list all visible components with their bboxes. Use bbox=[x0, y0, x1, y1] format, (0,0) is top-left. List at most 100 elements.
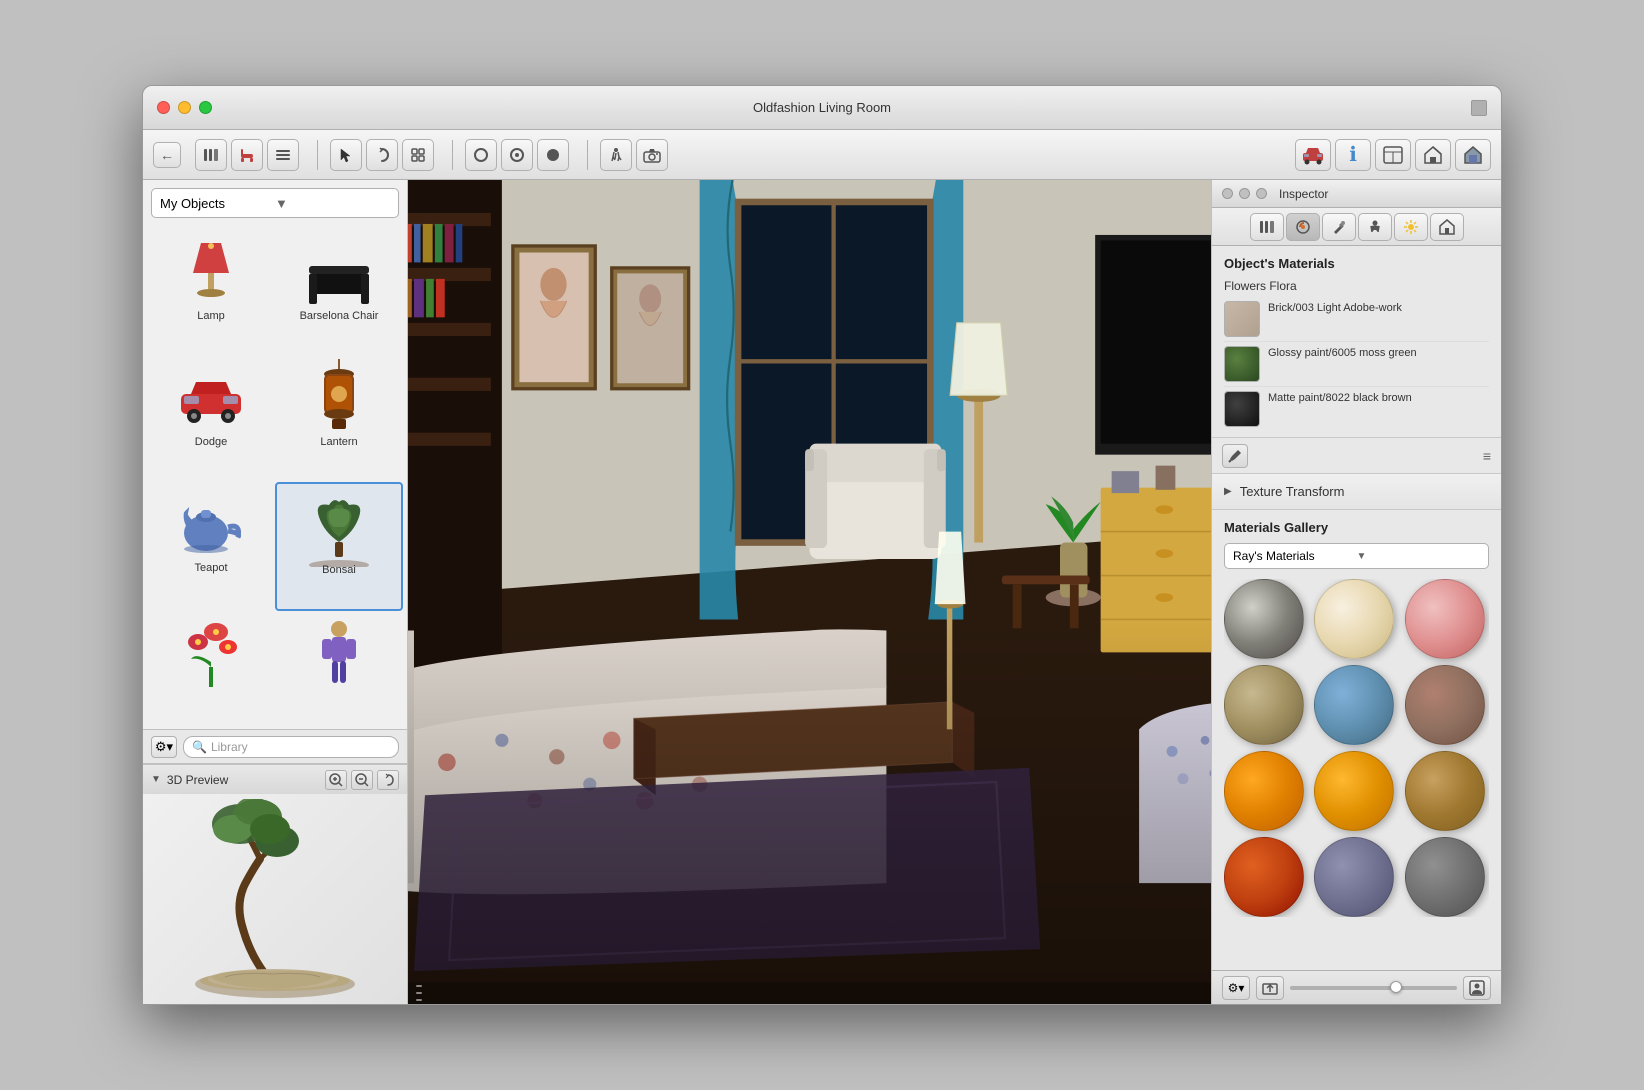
gallery-ball-8[interactable] bbox=[1314, 751, 1394, 831]
material-item-green[interactable]: Glossy paint/6005 moss green bbox=[1224, 342, 1489, 387]
gallery-ball-10[interactable] bbox=[1224, 837, 1304, 917]
object-item-bonsai[interactable]: Bonsai bbox=[275, 482, 403, 612]
inspector-min-btn[interactable] bbox=[1239, 188, 1250, 199]
toolbar: ← bbox=[143, 130, 1501, 180]
inspector-close-btn[interactable] bbox=[1222, 188, 1233, 199]
zoom-in-button[interactable] bbox=[325, 770, 347, 790]
search-icon: 🔍 bbox=[192, 740, 207, 754]
material-name-black: Matte paint/8022 black brown bbox=[1268, 391, 1489, 405]
info-button[interactable]: ℹ bbox=[1335, 139, 1371, 171]
chair-button[interactable] bbox=[231, 139, 263, 171]
inspector-tab-material[interactable] bbox=[1286, 213, 1320, 241]
gallery-ball-9[interactable] bbox=[1405, 751, 1485, 831]
gallery-ball-5[interactable] bbox=[1314, 665, 1394, 745]
house2-button[interactable] bbox=[1455, 139, 1491, 171]
inspector-import-button[interactable] bbox=[1256, 976, 1284, 1000]
object-item-lamp[interactable]: Lamp bbox=[147, 230, 275, 356]
inspector-tab-light[interactable] bbox=[1394, 213, 1428, 241]
gallery-ball-2[interactable] bbox=[1314, 579, 1394, 659]
material-name-brick: Brick/003 Light Adobe-work bbox=[1268, 301, 1489, 315]
rotate-tool[interactable] bbox=[366, 139, 398, 171]
size-slider[interactable] bbox=[1290, 986, 1457, 990]
zoom-out-button[interactable] bbox=[351, 770, 373, 790]
close-button[interactable] bbox=[157, 101, 170, 114]
eyedropper-button[interactable] bbox=[1222, 444, 1248, 468]
gallery-dropdown-label: Ray's Materials bbox=[1233, 549, 1357, 563]
inspector-title: Inspector bbox=[1279, 187, 1328, 201]
material-thumb-black bbox=[1224, 391, 1260, 427]
object-item-chair[interactable]: Barselona Chair bbox=[275, 230, 403, 356]
snap-tool[interactable] bbox=[402, 139, 434, 171]
title-bar: Oldfashion Living Room bbox=[143, 86, 1501, 130]
cursor-tool[interactable] bbox=[330, 139, 362, 171]
inspector-tab-figure[interactable] bbox=[1358, 213, 1392, 241]
inspector-tab-room[interactable] bbox=[1430, 213, 1464, 241]
search-placeholder: Library bbox=[211, 740, 248, 754]
teapot-label: Teapot bbox=[194, 562, 227, 574]
object-item-teapot[interactable]: Teapot bbox=[147, 482, 275, 612]
object-item-figure[interactable] bbox=[275, 611, 403, 725]
figure-thumb bbox=[299, 619, 379, 689]
camera-button[interactable] bbox=[636, 139, 668, 171]
gallery-ball-6[interactable] bbox=[1405, 665, 1485, 745]
lamp-label: Lamp bbox=[197, 310, 225, 322]
texture-transform-row[interactable]: ▶ Texture Transform bbox=[1212, 474, 1501, 510]
list-view-button[interactable] bbox=[267, 139, 299, 171]
object-item-dodge[interactable]: Dodge bbox=[147, 356, 275, 482]
inspector-tab-library[interactable] bbox=[1250, 213, 1284, 241]
traffic-lights bbox=[157, 101, 212, 114]
gallery-ball-11[interactable] bbox=[1314, 837, 1394, 917]
texture-transform-label: Texture Transform bbox=[1240, 484, 1345, 499]
minimize-button[interactable] bbox=[178, 101, 191, 114]
objects-dropdown[interactable]: My Objects ▼ bbox=[151, 188, 399, 218]
rotate-preview-button[interactable] bbox=[377, 770, 399, 790]
inspector-bottom-bar: ⚙▾ bbox=[1212, 970, 1501, 1004]
library-tools-group bbox=[195, 139, 299, 171]
bonsai-thumb bbox=[299, 492, 379, 562]
gallery-ball-7[interactable] bbox=[1224, 751, 1304, 831]
gallery-grid bbox=[1224, 579, 1489, 917]
objects-grid: Lamp Barselona Chair bbox=[143, 226, 407, 729]
gallery-ball-12[interactable] bbox=[1405, 837, 1485, 917]
house-button[interactable] bbox=[1415, 139, 1451, 171]
transform-tools-group bbox=[330, 139, 434, 171]
inspector-gear-button[interactable]: ⚙▾ bbox=[1222, 976, 1250, 1000]
gallery-dropdown[interactable]: Ray's Materials ▼ bbox=[1224, 543, 1489, 569]
material-item-black[interactable]: Matte paint/8022 black brown bbox=[1224, 387, 1489, 431]
preview-collapse-icon[interactable]: ▼ bbox=[151, 774, 161, 785]
car-icon-button[interactable] bbox=[1295, 139, 1331, 171]
toolbar-sep-1 bbox=[317, 140, 318, 170]
tools-menu-icon[interactable]: ≡ bbox=[1483, 448, 1491, 464]
material-name-green: Glossy paint/6005 moss green bbox=[1268, 346, 1489, 360]
inspector-max-btn[interactable] bbox=[1256, 188, 1267, 199]
object-item-flowers[interactable] bbox=[147, 611, 275, 725]
material-thumb-green bbox=[1224, 346, 1260, 382]
fullscreen-button[interactable] bbox=[1471, 100, 1487, 116]
material-item-brick[interactable]: Brick/003 Light Adobe-work bbox=[1224, 297, 1489, 342]
gallery-ball-3[interactable] bbox=[1405, 579, 1485, 659]
right-tools-group: ℹ bbox=[1295, 139, 1491, 171]
back-button[interactable]: ← bbox=[153, 142, 181, 168]
walk-button[interactable] bbox=[600, 139, 632, 171]
search-box[interactable]: 🔍 Library bbox=[183, 736, 399, 758]
maximize-button[interactable] bbox=[199, 101, 212, 114]
render-dot-button[interactable] bbox=[501, 139, 533, 171]
size-slider-thumb[interactable] bbox=[1390, 981, 1402, 993]
view-tools-group bbox=[600, 139, 668, 171]
gallery-ball-1[interactable] bbox=[1224, 579, 1304, 659]
center-3d-view[interactable] bbox=[408, 180, 1211, 1004]
render-off-button[interactable] bbox=[465, 139, 497, 171]
window-view-button[interactable] bbox=[1375, 139, 1411, 171]
object-item-lantern[interactable]: Lantern bbox=[275, 356, 403, 482]
scene-renderer bbox=[408, 180, 1211, 1004]
render-fill-button[interactable] bbox=[537, 139, 569, 171]
gear-button[interactable]: ⚙▾ bbox=[151, 736, 177, 758]
sidebar-bottom-bar: ⚙▾ 🔍 Library bbox=[143, 729, 407, 763]
preview-controls bbox=[325, 770, 399, 790]
library-button[interactable] bbox=[195, 139, 227, 171]
inspector-tab-edit[interactable] bbox=[1322, 213, 1356, 241]
gallery-ball-4[interactable] bbox=[1224, 665, 1304, 745]
objects-materials-section: Object's Materials Flowers Flora Brick/0… bbox=[1212, 246, 1501, 438]
inspector-person-button[interactable] bbox=[1463, 976, 1491, 1000]
resize-handle[interactable] bbox=[416, 985, 422, 1001]
